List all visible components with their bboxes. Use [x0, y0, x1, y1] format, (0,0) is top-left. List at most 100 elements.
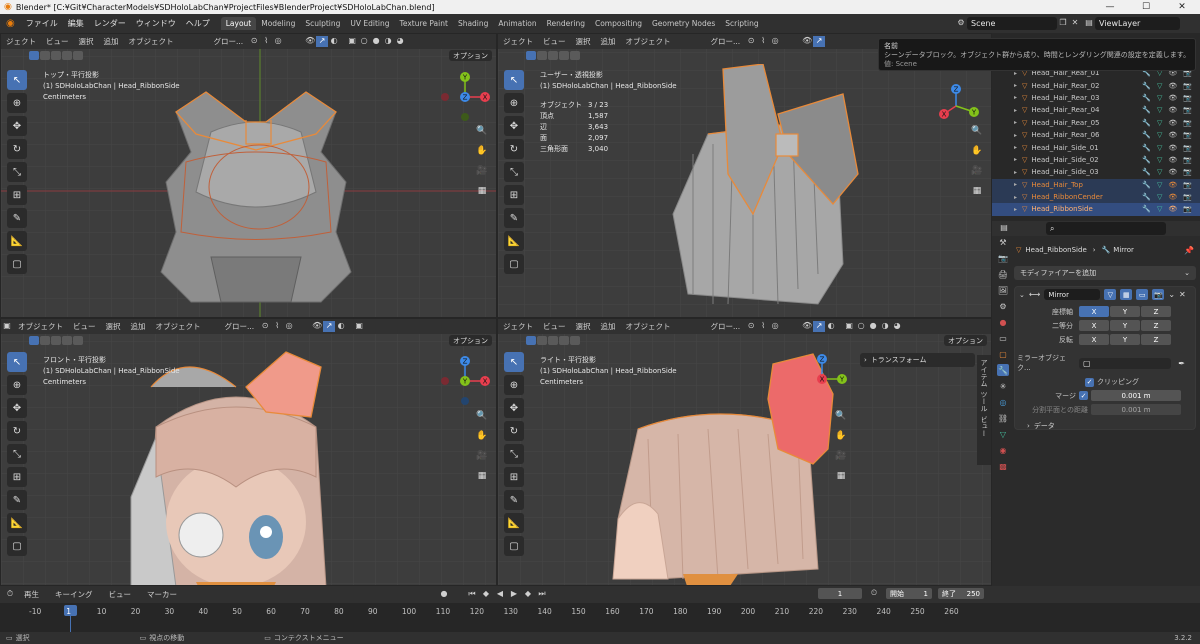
bisect-y-toggle[interactable]: Y	[1110, 320, 1140, 331]
remove-modifier-icon[interactable]: ✕	[1179, 290, 1186, 299]
add-cube-tool-icon[interactable]: ▢	[504, 536, 524, 556]
texture-tab-icon[interactable]: ▩	[997, 460, 1009, 472]
visibility-icon[interactable]: 👁	[801, 36, 813, 47]
add-menu[interactable]: 追加	[596, 36, 621, 47]
bisect-x-toggle[interactable]: X	[1079, 320, 1109, 331]
minimize-button[interactable]: —	[1092, 0, 1128, 14]
start-frame-field[interactable]: 開始 1	[886, 588, 932, 599]
object-menu[interactable]: オブジェクト	[621, 36, 676, 47]
scale-tool-icon[interactable]: ⤡	[504, 444, 524, 464]
scene-copy-icon[interactable]: ❐	[1057, 18, 1069, 29]
outliner-row[interactable]: ▸ ▽ Head_Hair_Top 🔧 ▽ 👁 📷	[992, 178, 1200, 191]
measure-tool-icon[interactable]: 📐	[504, 231, 524, 251]
move-tool-icon[interactable]: ✥	[7, 398, 27, 418]
clipping-checkbox[interactable]: ✓	[1085, 377, 1094, 387]
mode-menu[interactable]: ジェクト	[498, 321, 538, 332]
object-menu[interactable]: オブジェクト	[124, 36, 179, 47]
transform-orientation-dropdown[interactable]: グロー...	[220, 321, 260, 332]
scale-tool-icon[interactable]: ⤡	[7, 444, 27, 464]
data-tab-icon[interactable]: ▽	[997, 428, 1009, 440]
proportional-edit-icon[interactable]: ◎	[272, 36, 284, 47]
properties-search[interactable]: ⌕	[1046, 222, 1166, 235]
rotate-tool-icon[interactable]: ↻	[7, 139, 27, 159]
transform-tool-icon[interactable]: ⊞	[7, 185, 27, 205]
shading-material-icon[interactable]: ◑	[879, 321, 891, 332]
record-icon[interactable]: ●	[438, 589, 450, 600]
snap-icon[interactable]: ⌇	[260, 36, 272, 47]
select-extend-icon[interactable]	[40, 51, 50, 60]
xray-icon[interactable]: ▣	[843, 321, 855, 332]
tab-geometry-nodes[interactable]: Geometry Nodes	[647, 17, 720, 30]
pan-hand-icon[interactable]: ✋	[970, 144, 984, 158]
transform-tool-icon[interactable]: ⊞	[7, 467, 27, 487]
modifier-name-field[interactable]: Mirror	[1044, 289, 1101, 300]
select-intersect-icon[interactable]	[570, 336, 580, 345]
sidebar-tab-tool[interactable]: ツール	[979, 391, 989, 412]
shading-wireframe-icon[interactable]: ○	[855, 321, 867, 332]
snap-icon[interactable]: ⌇	[271, 321, 283, 332]
annotate-tool-icon[interactable]: ✎	[504, 208, 524, 228]
add-modifier-button[interactable]: モディファイアーを追加 ⌄	[1014, 266, 1196, 280]
view-layer-tab-icon[interactable]: 🖼	[997, 284, 1009, 296]
add-cube-tool-icon[interactable]: ▢	[7, 254, 27, 274]
measure-tool-icon[interactable]: 📐	[504, 513, 524, 533]
transform-tool-icon[interactable]: ⊞	[504, 185, 524, 205]
shading-solid-icon[interactable]: ●	[370, 36, 382, 47]
sidebar-tab-view[interactable]: ビュー	[979, 416, 989, 437]
proportional-edit-icon[interactable]: ◎	[769, 321, 781, 332]
select-menu[interactable]: 選択	[74, 36, 99, 47]
outliner-row[interactable]: ▸ ▽ Head_Hair_Rear_02 🔧 ▽ 👁 📷	[992, 79, 1200, 91]
annotate-tool-icon[interactable]: ✎	[504, 490, 524, 510]
visibility-icon[interactable]: 👁	[311, 321, 323, 332]
tab-modeling[interactable]: Modeling	[256, 17, 300, 30]
shading-rendered-icon[interactable]: ◕	[394, 36, 406, 47]
select-subtract-icon[interactable]	[548, 51, 558, 60]
play-icon[interactable]: ▶	[508, 589, 520, 600]
rotate-tool-icon[interactable]: ↻	[504, 421, 524, 441]
output-tab-icon[interactable]: 🖨	[997, 268, 1009, 280]
add-cube-tool-icon[interactable]: ▢	[504, 254, 524, 274]
zoom-icon[interactable]: 🔍	[834, 409, 848, 423]
playback-menu[interactable]: 再生	[16, 589, 47, 600]
ortho-toggle-icon[interactable]: ▦	[475, 469, 489, 483]
pivot-icon[interactable]: ⊙	[745, 36, 757, 47]
timeline-editor-icon[interactable]: ⏱	[4, 589, 16, 600]
gizmo-toggle-icon[interactable]: ↗	[813, 36, 826, 47]
mode-menu[interactable]: オブジェクト	[13, 321, 68, 332]
axis-gizmo-front[interactable]: Z X Y	[439, 355, 491, 407]
scene-remove-icon[interactable]: ✕	[1069, 18, 1081, 29]
tab-rendering[interactable]: Rendering	[542, 17, 590, 30]
object-tab-icon[interactable]: ▢	[997, 348, 1009, 360]
outliner-row[interactable]: ▸ ▽ Head_Hair_Rear_03 🔧 ▽ 👁 📷	[992, 92, 1200, 104]
collection-tab-icon[interactable]: ▭	[997, 332, 1009, 344]
sidebar-tab-item[interactable]: アイテム	[979, 359, 989, 387]
cursor-tool-icon[interactable]: ⊕	[7, 93, 27, 113]
viewport-top[interactable]: ジェクト ビュー 選択 追加 オブジェクト グロー... ⊙ ⌇ ◎ 👁 ↗ ◐…	[0, 33, 497, 318]
tab-texture-paint[interactable]: Texture Paint	[395, 17, 453, 30]
view-menu[interactable]: ビュー	[68, 321, 101, 332]
zoom-icon[interactable]: 🔍	[475, 124, 489, 138]
proportional-edit-icon[interactable]: ◎	[283, 321, 295, 332]
outliner-row[interactable]: ▸ ▽ Head_RibbonSide 🔧 ▽ 👁 📷	[992, 203, 1200, 216]
select-menu[interactable]: 選択	[571, 321, 596, 332]
modifier-tab-icon[interactable]: 🔧	[997, 364, 1009, 376]
current-frame-field[interactable]: 1	[818, 588, 862, 599]
end-frame-field[interactable]: 終了 250	[938, 588, 984, 599]
menu-render[interactable]: レンダー	[89, 18, 131, 29]
scene-name-field[interactable]: Scene	[967, 17, 1057, 30]
select-extend-icon[interactable]	[537, 51, 547, 60]
cursor-tool-icon[interactable]: ⊕	[504, 375, 524, 395]
viewlayer-selector[interactable]: ▤ ViewLayer	[1083, 17, 1180, 30]
editor-type-icon[interactable]: ▤	[998, 223, 1010, 234]
ortho-toggle-icon[interactable]: ▦	[475, 184, 489, 198]
proportional-edit-icon[interactable]: ◎	[769, 36, 781, 47]
transform-orientation-dropdown[interactable]: グロー...	[209, 36, 249, 47]
object-menu[interactable]: オブジェクト	[151, 321, 206, 332]
select-box-tool-icon[interactable]: ↖	[504, 352, 524, 372]
move-tool-icon[interactable]: ✥	[504, 398, 524, 418]
select-new-icon[interactable]	[526, 51, 536, 60]
maximize-button[interactable]: ☐	[1128, 0, 1164, 14]
add-menu[interactable]: 追加	[596, 321, 621, 332]
view-menu[interactable]: ビュー	[538, 321, 571, 332]
transform-panel[interactable]: › トランスフォーム	[860, 353, 975, 367]
